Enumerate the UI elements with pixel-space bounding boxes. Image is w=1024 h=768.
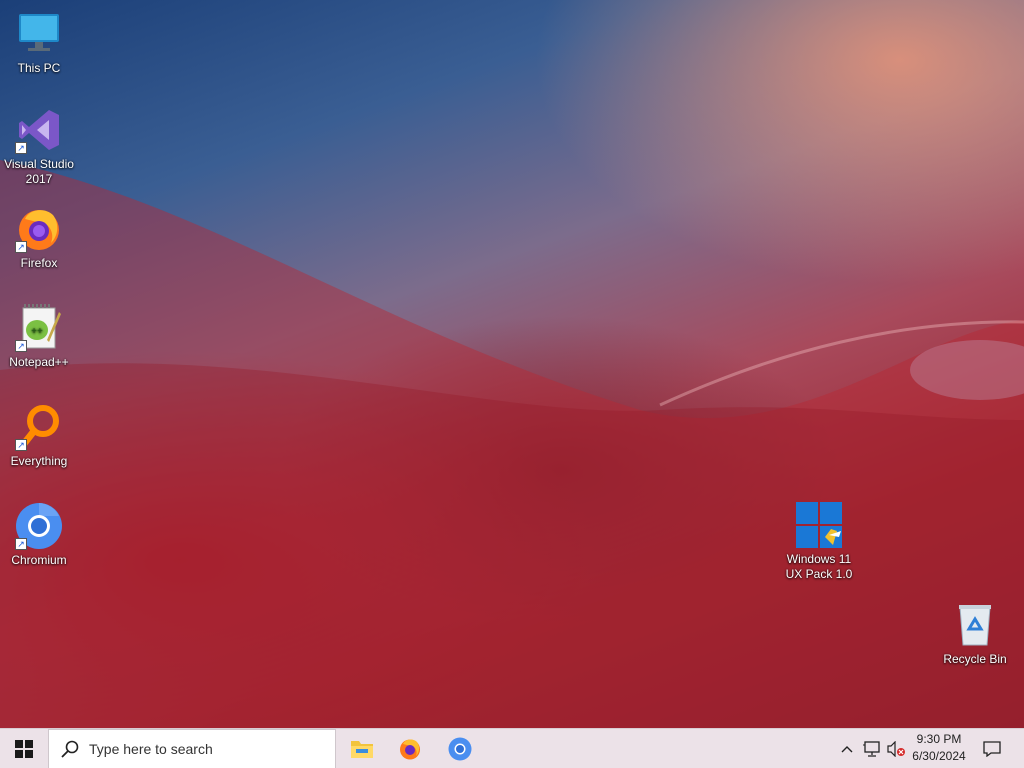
taskbar-app-chromium[interactable] [436, 729, 484, 768]
monitor-icon [15, 10, 63, 58]
shortcut-arrow-icon: ↗ [15, 538, 27, 550]
shortcut-arrow-icon: ↗ [15, 439, 27, 451]
chromium-icon: ↗ [15, 502, 63, 550]
desktop-icon-label: Notepad++ [9, 355, 69, 369]
tray-network-button[interactable] [860, 729, 884, 768]
desktop-icon-label: Everything [10, 454, 68, 468]
svg-text:++: ++ [31, 326, 43, 337]
windows-logo-icon [795, 501, 843, 549]
clock-time: 9:30 PM [916, 732, 962, 746]
shortcut-arrow-icon: ↗ [15, 241, 27, 253]
desktop-icon-label: Recycle Bin [943, 652, 1007, 666]
chromium-icon [448, 737, 472, 761]
shortcut-arrow-icon: ↗ [15, 142, 27, 154]
desktop-icon-firefox[interactable]: ↗ Firefox [1, 205, 77, 271]
firefox-icon: ↗ [15, 205, 63, 253]
desktop-icon-this-pc[interactable]: This PC [1, 10, 77, 76]
desktop-icon-everything[interactable]: ↗ Everything [1, 403, 77, 469]
clock-date: 6/30/2024 [912, 749, 966, 763]
visual-studio-icon: ↗ [15, 106, 63, 154]
desktop-icon-chromium[interactable]: ↗ Chromium [1, 502, 77, 568]
desktop-icon-label: Chromium [11, 553, 67, 567]
start-button[interactable] [0, 729, 48, 768]
firefox-icon [400, 739, 420, 760]
taskbar-clock[interactable]: 9:30 PM 6/30/2024 [904, 731, 974, 765]
notepad-plus-plus-icon: ++ ↗ [15, 304, 63, 352]
desktop-wallpaper [0, 0, 1024, 728]
taskbar-search-box[interactable]: Type here to search [48, 729, 336, 768]
desktop-icon-visual-studio[interactable]: ↗ Visual Studio 2017 [1, 106, 77, 187]
action-center-icon [983, 741, 1001, 757]
everything-search-icon: ↗ [15, 403, 63, 451]
desktop-icon-notepad-plus-plus[interactable]: ++ ↗ Notepad++ [1, 304, 77, 370]
desktop-icon-label: Windows 11 UX Pack 1.0 [785, 552, 853, 581]
desktop-icon-label: Visual Studio 2017 [4, 157, 74, 186]
folder-icon [351, 741, 373, 758]
network-icon [863, 741, 880, 757]
desktop-icon-label: Firefox [20, 256, 58, 270]
action-center-button[interactable] [978, 729, 1006, 768]
volume-muted-icon [887, 741, 905, 757]
search-placeholder: Type here to search [89, 741, 213, 757]
tray-overflow-button[interactable] [836, 729, 858, 768]
chevron-up-icon [841, 746, 853, 753]
shortcut-arrow-icon: ↗ [15, 340, 27, 352]
desktop-icon-recycle-bin[interactable]: Recycle Bin [937, 601, 1013, 667]
taskbar: Type here to search 9:30 PM 6/30/2024 [0, 728, 1024, 768]
desktop-icon-label: This PC [17, 61, 61, 75]
taskbar-app-file-explorer[interactable] [338, 729, 386, 768]
recycle-bin-icon [951, 601, 999, 649]
search-icon [61, 740, 79, 758]
windows-start-icon [15, 740, 33, 758]
desktop-icon-windows-11-ux-pack[interactable]: Windows 11 UX Pack 1.0 [781, 501, 857, 582]
taskbar-app-firefox[interactable] [386, 729, 434, 768]
